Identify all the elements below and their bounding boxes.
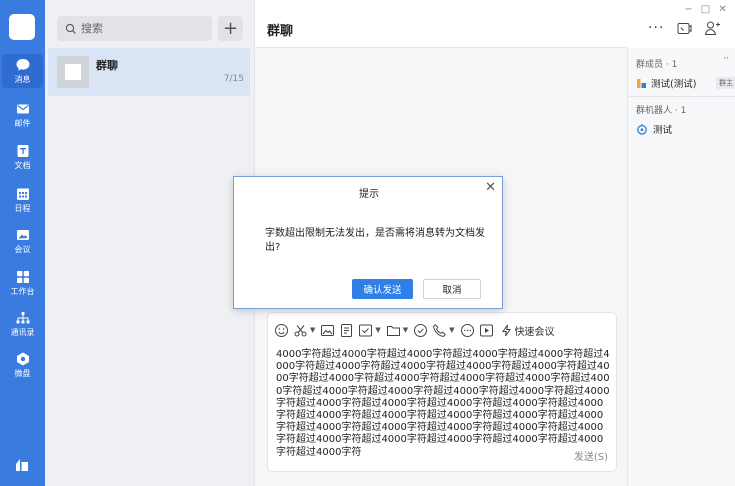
search-icon [65, 23, 76, 34]
image-icon[interactable] [320, 323, 335, 338]
nav-label: 文档 [14, 161, 31, 170]
contacts-icon [16, 312, 29, 324]
close-window-button[interactable]: ✕ [718, 3, 727, 17]
cancel-button[interactable]: 取消 [423, 279, 481, 299]
meeting-icon [16, 230, 29, 240]
search-box[interactable] [57, 16, 212, 41]
prompt-dialog: 提示 ✕ 字数超出限制无法发出，是否需将消息转为文档发出? 确认发送 取消 [233, 176, 503, 309]
nav-item-calendar[interactable]: 日程 [2, 183, 43, 217]
checklist-icon[interactable] [358, 323, 373, 338]
lightning-icon [501, 324, 511, 336]
nav-item-messages[interactable]: 消息 [2, 54, 43, 88]
session-name: 群聊 [96, 59, 118, 72]
session-list-panel: + 群聊 7/15 [45, 0, 255, 486]
folder-icon[interactable] [386, 323, 401, 338]
divider [628, 96, 735, 97]
nav-label: 邮件 [14, 119, 31, 128]
member-avatar-icon [637, 78, 646, 88]
more-circle-icon[interactable] [460, 323, 475, 338]
chevron-down-icon[interactable]: ▼ [375, 326, 380, 334]
nav-item-workbench[interactable]: 工作台 [2, 266, 43, 300]
live-screen-icon[interactable] [479, 323, 494, 338]
screenshot-scissors-icon[interactable] [293, 323, 308, 338]
minimize-button[interactable]: − [684, 3, 693, 17]
session-item-group-chat[interactable]: 群聊 7/15 [48, 48, 250, 96]
robots-title: 群机器人 · 1 [636, 106, 687, 116]
video-call-icon[interactable] [677, 22, 692, 35]
app-window: 消息 邮件 文档 日程 会议 工作台 通讯录 微盘 搜索 + 群聊 7/15 群… [0, 0, 735, 486]
members-more-button[interactable]: ·· [723, 54, 729, 64]
file-text-icon[interactable] [339, 323, 354, 338]
nav-item-meeting[interactable]: 会议 [2, 224, 43, 258]
confirm-send-button[interactable]: 确认发送 [352, 279, 413, 299]
nav-item-drive[interactable]: 微盘 [2, 348, 43, 382]
more-options-button[interactable]: ··· [648, 20, 664, 36]
window-controls: − □ ✕ [676, 3, 727, 17]
chevron-down-icon[interactable]: ▼ [310, 326, 315, 334]
nav-item-contacts[interactable]: 通讯录 [2, 307, 43, 341]
left-nav: 消息 邮件 文档 日程 会议 工作台 通讯录 微盘 [0, 0, 45, 486]
editor-toolbar: ▼ ▼ ▼ ▼ 快速会议 [274, 319, 555, 341]
members-title: 群成员 · 1 [636, 60, 678, 70]
member-name: 测试(测试) [651, 79, 697, 90]
owner-badge: 群主 [716, 77, 735, 89]
emoji-icon[interactable] [274, 323, 289, 338]
nav-item-docs[interactable]: 文档 [2, 140, 43, 174]
send-button[interactable]: 发送(S) [574, 448, 608, 463]
nav-label: 会议 [14, 245, 31, 254]
quick-meeting-button[interactable]: 快速会议 [500, 323, 555, 338]
more-apps-icon[interactable] [13, 455, 31, 473]
avatar [57, 56, 89, 88]
nav-label: 消息 [14, 75, 31, 84]
session-member-count: 7/15 [223, 74, 244, 84]
robot-name: 测试 [653, 125, 673, 136]
app-logo[interactable] [9, 14, 35, 40]
chevron-down-icon[interactable]: ▼ [403, 326, 408, 334]
chat-bubble-icon [16, 59, 29, 71]
workbench-icon [16, 271, 29, 283]
nav-label: 微盘 [14, 369, 31, 378]
robot-item[interactable]: 测试 [636, 122, 672, 136]
nav-label: 通讯录 [10, 328, 35, 337]
message-editor[interactable]: ▼ ▼ ▼ ▼ 快速会议 4000字符超过4000字符超过4000字符超过400… [267, 312, 617, 472]
chat-header: 群聊 [255, 0, 627, 48]
dialog-close-button[interactable]: ✕ [485, 180, 496, 195]
group-info-panel: 群成员 · 1 ·· 测试(测试) 群主 群机器人 · 1 测试 [627, 48, 735, 486]
add-member-icon[interactable] [704, 20, 721, 36]
nav-item-mail[interactable]: 邮件 [2, 98, 43, 132]
message-text[interactable]: 4000字符超过4000字符超过4000字符超过4000字符超过4000字符超过… [276, 349, 612, 459]
maximize-button[interactable]: □ [701, 3, 710, 17]
document-icon [17, 145, 28, 157]
quick-meeting-label: 快速会议 [514, 326, 555, 338]
robot-icon [637, 124, 647, 135]
chat-title: 群聊 [267, 24, 294, 39]
calendar-icon [16, 188, 29, 200]
add-chat-button[interactable]: + [218, 16, 243, 41]
drive-icon [16, 352, 29, 366]
mail-icon [16, 104, 29, 114]
dialog-title: 提示 [359, 189, 379, 200]
nav-label: 日程 [14, 204, 31, 213]
search-input[interactable] [81, 22, 201, 35]
member-item[interactable]: 测试(测试) 群主 [636, 76, 735, 90]
dialog-message: 字数超出限制无法发出，是否需将消息转为文档发出? [265, 228, 485, 253]
chevron-down-icon[interactable]: ▼ [449, 326, 454, 334]
phone-icon[interactable] [432, 323, 447, 338]
check-circle-icon[interactable] [413, 323, 428, 338]
nav-label: 工作台 [10, 287, 35, 296]
